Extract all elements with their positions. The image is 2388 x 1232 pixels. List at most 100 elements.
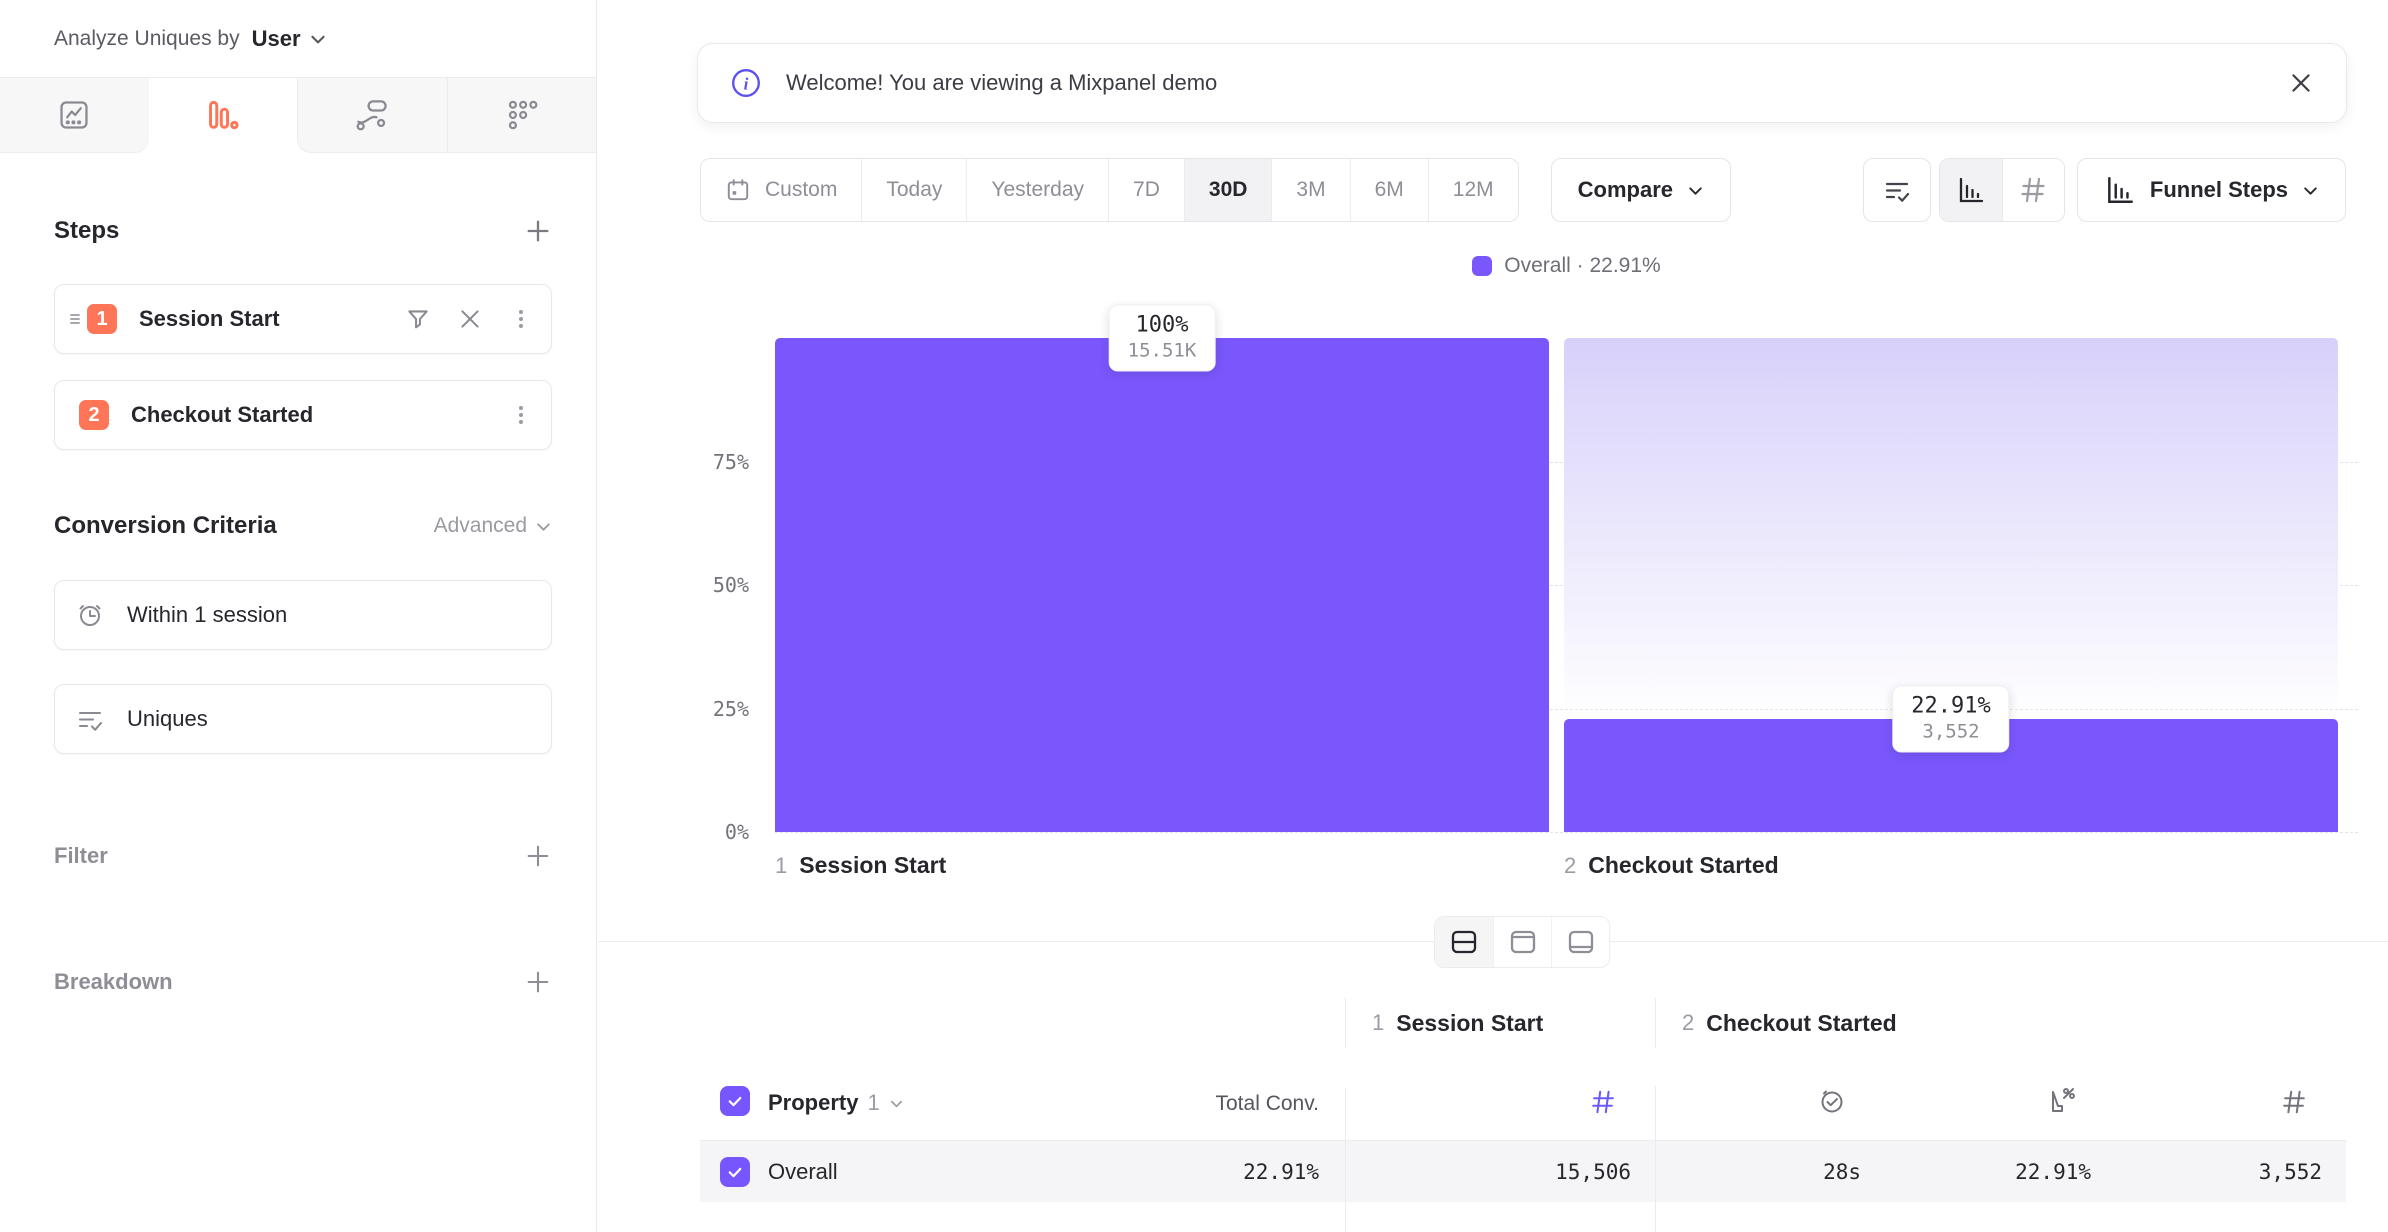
chevron-down-icon <box>889 1096 904 1111</box>
total-conv-header[interactable]: Total Conv. <box>1100 1092 1345 1140</box>
step-index: 1 <box>775 853 787 879</box>
date-range-6m[interactable]: 6M <box>1350 159 1428 221</box>
funnel-chart: 75% 50% 25% 0% 100% 15.51K 22.91% 3,552 <box>775 338 2358 832</box>
date-range-12m[interactable]: 12M <box>1428 159 1518 221</box>
property-number: 1 <box>867 1090 879 1116</box>
welcome-banner: i Welcome! You are viewing a Mixpanel de… <box>697 43 2347 123</box>
add-step-button[interactable] <box>524 217 552 245</box>
bottom-panel-icon[interactable] <box>1551 917 1609 967</box>
step-index: 2 <box>1564 853 1576 879</box>
date-range-30d[interactable]: 30D <box>1184 159 1272 221</box>
step-number-badge: 1 <box>87 304 117 334</box>
date-range-3m[interactable]: 3M <box>1271 159 1349 221</box>
split-view-icon[interactable] <box>1435 917 1493 967</box>
close-icon[interactable] <box>2288 70 2314 96</box>
date-range-7d[interactable]: 7D <box>1108 159 1184 221</box>
legend-swatch <box>1472 256 1492 276</box>
filter-step-button[interactable] <box>405 306 431 332</box>
uniques-toggle-button[interactable] <box>1863 158 1931 222</box>
tab-retention[interactable] <box>447 78 597 153</box>
retention-icon <box>505 98 539 132</box>
step-name: Session Start <box>799 852 946 879</box>
results-table: 1 Session Start 2 Checkout Started Prope… <box>700 998 2346 1232</box>
step-index: 2 <box>1682 1010 1694 1036</box>
date-range-custom[interactable]: Custom <box>701 159 861 221</box>
checkout-count-value: 3,552 <box>2115 1141 2346 1202</box>
bar-tooltip-pct: 22.91% <box>1911 693 1990 718</box>
date-range-picker: Custom Today Yesterday 7D 30D 3M 6M 12M <box>700 158 1519 222</box>
advanced-dropdown[interactable]: Advanced <box>434 514 552 538</box>
analyze-header: Analyze Uniques by User <box>0 0 596 77</box>
funnel-column-1[interactable]: 100% 15.51K <box>775 338 1549 832</box>
uniques-icon <box>1882 175 1912 205</box>
add-breakdown-button[interactable] <box>524 968 552 996</box>
step-name: Checkout Started <box>1588 852 1778 879</box>
chart-legend[interactable]: Overall · 22.91% <box>775 254 2358 278</box>
svg-text:i: i <box>744 74 749 93</box>
date-range-label: 3M <box>1296 178 1325 202</box>
table-group-header-row: 1 Session Start 2 Checkout Started <box>700 998 2346 1048</box>
analyze-by-dropdown[interactable]: User <box>252 26 327 52</box>
table-row-overall[interactable]: Overall 22.91% 15,506 28s 22.91% 3,552 <box>700 1140 2346 1202</box>
session-count-header[interactable] <box>1345 1088 1655 1140</box>
main-panel: i Welcome! You are viewing a Mixpanel de… <box>598 0 2388 1232</box>
avg-time-value: 28s <box>1655 1141 1885 1202</box>
row-name: Overall <box>768 1159 838 1185</box>
conversion-window-card[interactable]: Within 1 session <box>54 580 552 650</box>
filter-title: Filter <box>54 843 108 869</box>
y-axis-tick: 75% <box>713 450 749 474</box>
property-dropdown[interactable]: Property 1 <box>768 1090 904 1116</box>
checkout-count-header[interactable] <box>2115 1088 2346 1140</box>
step-number-badge: 2 <box>79 400 109 430</box>
number-toggle[interactable] <box>2002 159 2064 221</box>
bar-chart-toggle[interactable] <box>1940 159 2002 221</box>
analyze-label: Analyze Uniques by <box>54 27 240 51</box>
remove-step-button[interactable] <box>457 306 483 332</box>
conv-rate-header[interactable] <box>1885 1086 2115 1140</box>
drag-handle-icon[interactable] <box>67 309 87 329</box>
date-range-yesterday[interactable]: Yesterday <box>966 159 1108 221</box>
breakdown-title: Breakdown <box>54 969 173 995</box>
step-x-label-1: 1 Session Start <box>775 852 1564 879</box>
chart-percent-icon <box>2047 1086 2077 1116</box>
conversion-criteria-title: Conversion Criteria <box>54 512 277 540</box>
chevron-down-icon <box>535 518 552 535</box>
hash-icon <box>1589 1088 1617 1116</box>
date-range-today[interactable]: Today <box>861 159 966 221</box>
funnel-column-2[interactable]: 22.91% 3,552 <box>1564 338 2338 832</box>
chart-toolbar: Custom Today Yesterday 7D 30D 3M 6M 12M … <box>700 158 2346 222</box>
top-panel-icon[interactable] <box>1493 917 1551 967</box>
compare-button[interactable]: Compare <box>1551 158 1731 222</box>
row-checkbox[interactable] <box>720 1157 750 1187</box>
funnel-steps-dropdown[interactable]: Funnel Steps <box>2077 158 2346 222</box>
date-range-label: Custom <box>765 178 837 202</box>
funnel-steps-icon <box>2104 174 2136 206</box>
tab-funnels[interactable] <box>149 78 298 153</box>
step-menu-button[interactable] <box>509 403 533 427</box>
add-filter-button[interactable] <box>524 842 552 870</box>
group-header-session-start: 1 Session Start <box>1345 998 1655 1048</box>
counting-method-card[interactable]: Uniques <box>54 684 552 754</box>
steps-title: Steps <box>54 217 119 245</box>
step-label: Checkout Started <box>131 402 313 428</box>
total-conv-value: 22.91% <box>1100 1141 1345 1202</box>
table-filler-row <box>700 1202 2346 1232</box>
y-axis-tick: 25% <box>713 697 749 721</box>
date-range-label: 30D <box>1209 178 1248 202</box>
step-name: Checkout Started <box>1706 1010 1896 1037</box>
tab-flows[interactable] <box>297 78 447 153</box>
step-label: Session Start <box>139 306 280 332</box>
select-all-checkbox[interactable] <box>720 1086 750 1116</box>
funnel-bar-step-1[interactable] <box>775 338 1549 832</box>
avg-time-header[interactable] <box>1655 1086 1885 1140</box>
step-name: Session Start <box>1396 1010 1543 1037</box>
step-card-1[interactable]: 1 Session Start <box>54 284 552 354</box>
conversion-window-label: Within 1 session <box>127 602 287 628</box>
analyze-by-value: User <box>252 26 301 52</box>
flows-icon <box>355 98 389 132</box>
tab-insights[interactable] <box>0 78 149 153</box>
bar-chart-icon <box>1956 175 1986 205</box>
step-card-2[interactable]: 2 Checkout Started <box>54 380 552 450</box>
step-menu-button[interactable] <box>509 307 533 331</box>
funnels-icon <box>206 99 240 133</box>
